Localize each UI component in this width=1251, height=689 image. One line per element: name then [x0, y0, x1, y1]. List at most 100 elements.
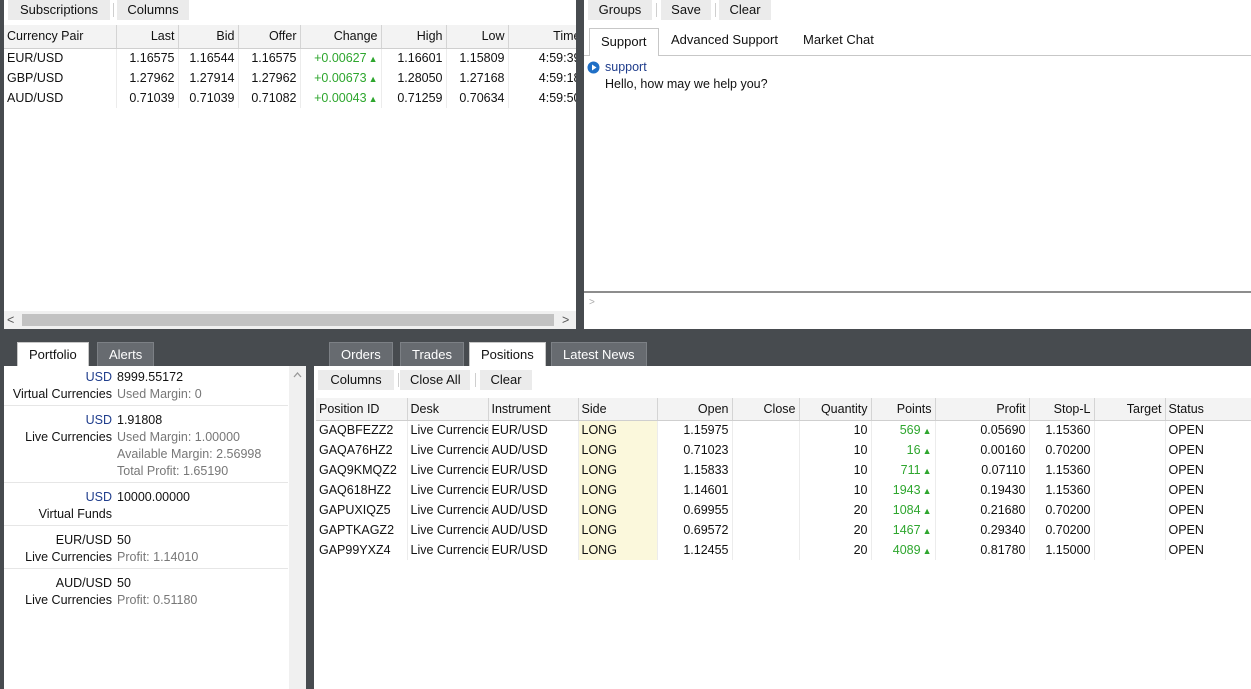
tab-positions[interactable]: Positions [469, 342, 546, 366]
scroll-left-arrow-icon[interactable]: < [7, 311, 14, 329]
col-header-last[interactable]: Last [116, 25, 179, 49]
positions-panel: Columns Close All Clear Position ID Desk… [314, 366, 1251, 689]
position-target [1094, 480, 1166, 500]
position-row[interactable]: GAQ9KMQZ2 Live Currencies EUR/USD LONG 1… [316, 460, 1251, 480]
position-open: 0.69955 [657, 500, 733, 520]
position-profit: 0.05690 [935, 420, 1030, 440]
position-row[interactable]: GAQBFEZZ2 Live Currencies EUR/USD LONG 1… [316, 420, 1251, 440]
tab-latest-news[interactable]: Latest News [551, 342, 647, 366]
position-row[interactable]: GAP99YXZ4 Live Currencies EUR/USD LONG 1… [316, 540, 1251, 560]
item-desk: Live Currencies [25, 593, 112, 607]
groups-button[interactable]: Groups [588, 0, 652, 20]
col-header-low[interactable]: Low [446, 25, 509, 49]
position-stop-loss: 0.70200 [1029, 440, 1095, 460]
col-header-target[interactable]: Target [1094, 398, 1166, 421]
position-side: LONG [578, 520, 658, 540]
position-points-value: 16 [906, 443, 921, 457]
quote-row[interactable]: EUR/USD 1.16575 1.16544 1.16575 +0.00627… [4, 48, 576, 68]
portfolio-item[interactable]: AUD/USD 50 Live Currencies Profit: 0.511… [4, 569, 288, 612]
col-header-change[interactable]: Change [300, 25, 382, 49]
position-status: OPEN [1165, 420, 1251, 440]
position-instrument: AUD/USD [488, 440, 579, 460]
tab-orders[interactable]: Orders [329, 342, 393, 366]
tab-alerts[interactable]: Alerts [97, 342, 155, 366]
portfolio-item[interactable]: EUR/USD 50 Live Currencies Profit: 1.140… [4, 526, 288, 569]
col-header-offer[interactable]: Offer [238, 25, 301, 49]
col-header-points[interactable]: Points [871, 398, 936, 421]
position-row[interactable]: GAPTKAGZ2 Live Currencies AUD/USD LONG 0… [316, 520, 1251, 540]
col-header-currency-pair[interactable]: Currency Pair [4, 25, 117, 49]
col-header-time[interactable]: Time [508, 25, 576, 49]
item-desk: Live Currencies [25, 430, 112, 444]
quotes-columns-button[interactable]: Columns [117, 0, 189, 20]
position-profit: 0.19430 [935, 480, 1030, 500]
position-open: 1.15833 [657, 460, 733, 480]
position-target [1094, 520, 1166, 540]
position-desk: Live Currencies [407, 420, 489, 440]
position-instrument: EUR/USD [488, 460, 579, 480]
position-row[interactable]: GAQA76HZ2 Live Currencies AUD/USD LONG 0… [316, 440, 1251, 460]
tab-portfolio[interactable]: Portfolio [17, 342, 89, 366]
quote-row[interactable]: AUD/USD 0.71039 0.71039 0.71082 +0.00043… [4, 88, 576, 108]
position-close [732, 480, 800, 500]
portfolio-item[interactable]: USD 10000.00000 Virtual Funds [4, 483, 288, 526]
quotes-table: Currency Pair Last Bid Offer Change High… [4, 25, 576, 108]
position-stop-loss: 1.15000 [1029, 540, 1095, 560]
col-header-desk[interactable]: Desk [407, 398, 489, 421]
position-points: 711 ▲ [871, 460, 936, 480]
portfolio-item[interactable]: USD 8999.55172 Virtual Currencies Used M… [4, 366, 288, 406]
quote-bid: 0.71039 [178, 88, 239, 108]
quote-row[interactable]: GBP/USD 1.27962 1.27914 1.27962 +0.00673… [4, 68, 576, 88]
item-used-margin: Used Margin: 0 [117, 387, 202, 401]
quote-change-value: +0.00043 [314, 91, 367, 105]
position-open: 1.12455 [657, 540, 733, 560]
quote-low: 1.15809 [446, 48, 509, 68]
position-stop-loss: 1.15360 [1029, 460, 1095, 480]
message-sender: support [605, 60, 647, 74]
scroll-up-arrow-icon[interactable] [289, 368, 306, 382]
col-header-open[interactable]: Open [657, 398, 733, 421]
col-header-high[interactable]: High [381, 25, 447, 49]
close-all-button[interactable]: Close All [400, 370, 470, 390]
positions-body: GAQBFEZZ2 Live Currencies EUR/USD LONG 1… [316, 420, 1251, 560]
col-header-profit[interactable]: Profit [935, 398, 1030, 421]
scrollbar-thumb[interactable] [22, 314, 554, 326]
chat-clear-button[interactable]: Clear [719, 0, 771, 20]
save-button[interactable]: Save [661, 0, 711, 20]
col-header-stop-loss[interactable]: Stop-L [1029, 398, 1095, 421]
col-header-close[interactable]: Close [732, 398, 800, 421]
quote-change-value: +0.00627 [314, 51, 367, 66]
up-arrow-icon: ▲ [922, 526, 932, 536]
positions-columns-button[interactable]: Columns [318, 370, 394, 390]
up-arrow-icon: ▲ [922, 486, 932, 496]
tab-trades[interactable]: Trades [400, 342, 464, 366]
position-desk: Live Currencies [407, 500, 489, 520]
position-instrument: AUD/USD [488, 500, 579, 520]
col-header-status[interactable]: Status [1165, 398, 1251, 421]
positions-clear-button[interactable]: Clear [480, 370, 532, 390]
portfolio-vertical-scrollbar[interactable] [289, 366, 306, 689]
tab-advanced-support[interactable]: Advanced Support [660, 28, 789, 52]
tab-support[interactable]: Support [589, 28, 659, 56]
toolbar-separator [656, 3, 657, 17]
col-header-quantity[interactable]: Quantity [799, 398, 872, 421]
position-row[interactable]: GAPUXIQZ5 Live Currencies AUD/USD LONG 0… [316, 500, 1251, 520]
up-arrow-icon: ▲ [368, 94, 378, 104]
position-status: OPEN [1165, 520, 1251, 540]
chat-input[interactable]: > [584, 291, 1251, 329]
quote-high: 0.71259 [381, 88, 447, 108]
col-header-side[interactable]: Side [578, 398, 658, 421]
col-header-bid[interactable]: Bid [178, 25, 239, 49]
tab-market-chat[interactable]: Market Chat [792, 28, 885, 52]
quote-time: 4:59:18 [508, 68, 576, 88]
col-header-instrument[interactable]: Instrument [488, 398, 579, 421]
scroll-right-arrow-icon[interactable]: > [562, 311, 569, 329]
subscriptions-button[interactable]: Subscriptions [8, 0, 110, 20]
position-quantity: 20 [799, 520, 872, 540]
item-profit: Profit: 0.51180 [117, 593, 198, 607]
position-side: LONG [578, 420, 658, 440]
quotes-horizontal-scrollbar[interactable]: < > [4, 311, 576, 329]
portfolio-item[interactable]: USD 1.91808 Live Currencies Used Margin:… [4, 406, 288, 483]
col-header-position-id[interactable]: Position ID [316, 398, 408, 421]
position-row[interactable]: GAQ618HZ2 Live Currencies EUR/USD LONG 1… [316, 480, 1251, 500]
